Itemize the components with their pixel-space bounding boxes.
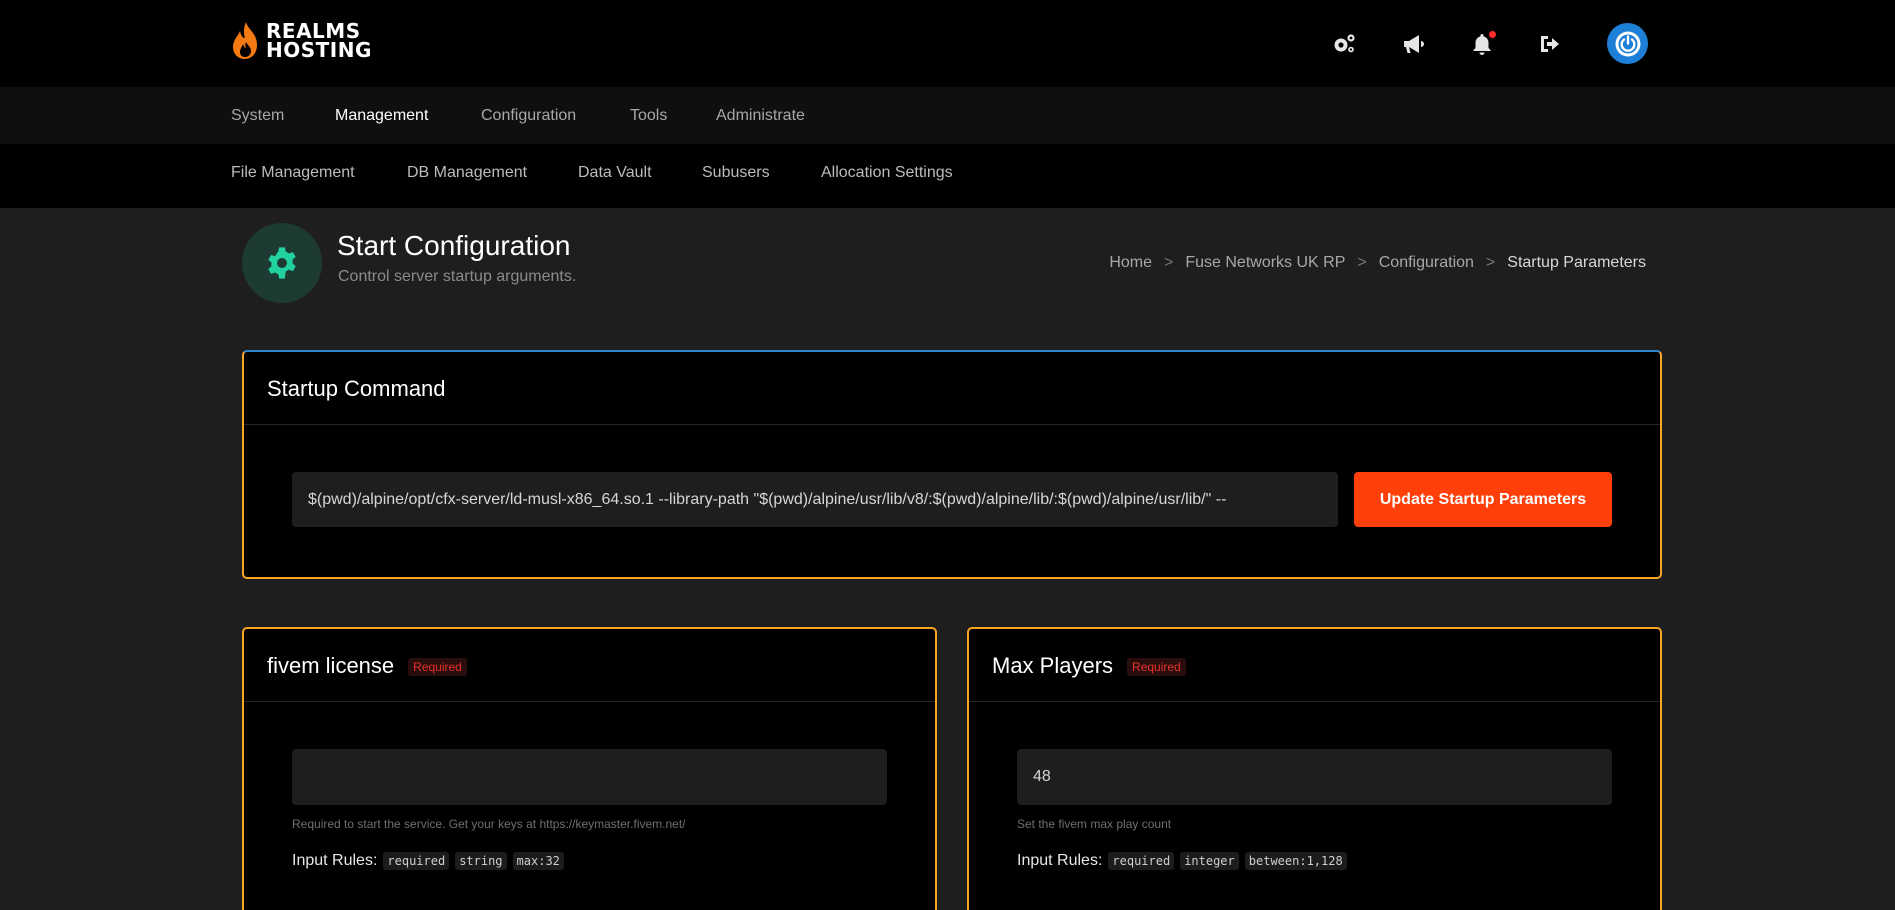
rule-tag: integer [1180,852,1239,870]
notification-dot [1489,31,1496,38]
flame-icon [233,22,257,59]
card-header: Startup Command [244,352,1660,425]
card-header: Max Players Required [969,629,1660,702]
nav-item-system[interactable]: System [231,107,284,125]
megaphone-icon[interactable] [1400,30,1428,58]
card-title: fivem license Required [267,653,467,679]
brand-logo[interactable]: REALMS HOSTING [230,20,372,62]
breadcrumb-server[interactable]: Fuse Networks UK RP [1185,254,1345,272]
main-nav: System Management Configuration Tools Ad… [0,87,1895,144]
top-header: REALMS HOSTING [0,0,1895,87]
required-badge: Required [1127,658,1186,676]
rule-tag: between:1,128 [1244,852,1347,870]
card-title: Startup Command [267,376,446,401]
startup-command-input[interactable] [292,472,1338,527]
input-rules-label: Input Rules: [1017,852,1103,869]
page-title: Start Configuration [337,230,571,261]
subnav-item-subusers[interactable]: Subusers [702,164,770,182]
variable-title: Max Players [992,653,1114,678]
subnav-item-data-vault[interactable]: Data Vault [578,164,652,182]
breadcrumb-separator: > [1485,254,1496,271]
variable-title: fivem license [267,653,395,678]
rule-tag: string [455,852,507,870]
startup-command-card: Startup Command Update Startup Parameter… [242,350,1662,579]
input-rules-label: Input Rules: [292,852,378,869]
rule-tag: required [383,852,450,870]
nav-item-tools[interactable]: Tools [630,107,667,125]
sign-out-icon[interactable] [1536,30,1564,58]
fivem-license-card: fivem license Required Required to start… [242,627,937,910]
gear-icon [268,247,296,279]
input-rules: Input Rules: required string max:32 [292,852,570,870]
rule-tag: max:32 [512,852,564,870]
brand-name: REALMS HOSTING [266,21,372,62]
page-subtitle: Control server startup arguments. [338,268,577,285]
nav-item-administrate[interactable]: Administrate [716,107,805,125]
bell-icon[interactable] [1468,30,1496,58]
nav-item-configuration[interactable]: Configuration [481,107,576,125]
input-rules: Input Rules: required integer between:1,… [1017,852,1353,870]
settings-icon[interactable] [1330,30,1358,58]
breadcrumb: Home > Fuse Networks UK RP > Configurati… [1109,254,1646,272]
card-header: fivem license Required [244,629,935,702]
subnav-item-file-management[interactable]: File Management [231,164,355,182]
subnav-item-db-management[interactable]: DB Management [407,164,527,182]
breadcrumb-separator: > [1357,254,1367,271]
sub-nav: File Management DB Management Data Vault… [0,144,1895,208]
breadcrumb-home[interactable]: Home [1109,254,1152,272]
update-startup-button[interactable]: Update Startup Parameters [1354,472,1612,527]
card-title: Max Players Required [992,653,1186,679]
max-players-card: Max Players Required Set the fivem max p… [967,627,1662,910]
fivem-license-input[interactable] [292,749,887,805]
breadcrumb-current: Startup Parameters [1507,254,1646,271]
rule-tag: required [1108,852,1175,870]
page-icon [242,223,322,303]
required-badge: Required [408,658,467,676]
subnav-item-allocation-settings[interactable]: Allocation Settings [821,164,953,182]
breadcrumb-separator: > [1164,254,1174,271]
power-icon[interactable] [1607,23,1648,64]
max-players-input[interactable] [1017,749,1612,805]
breadcrumb-configuration[interactable]: Configuration [1379,254,1474,272]
nav-item-management[interactable]: Management [335,107,428,125]
brand-line-2: HOSTING [266,38,372,62]
variable-help-text: Required to start the service. Get your … [292,817,686,831]
variable-help-text: Set the fivem max play count [1017,817,1172,831]
